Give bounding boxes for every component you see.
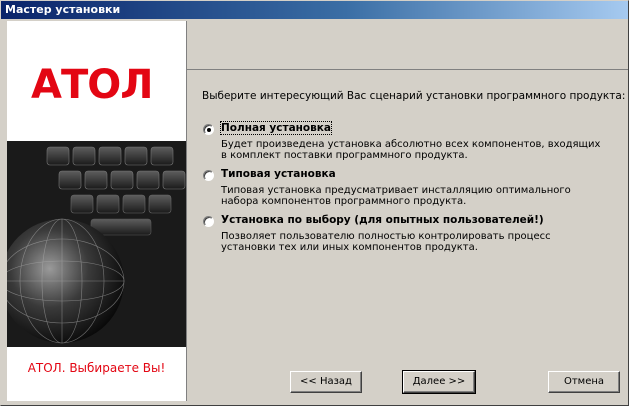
radio-full-install[interactable] <box>203 124 214 135</box>
option-full-install-description: Будет произведена установка абсолютно вс… <box>221 139 601 161</box>
option-custom-install-label[interactable]: Установка по выбору (для опытных пользов… <box>221 214 544 226</box>
option-custom-install-description: Позволяет пользователю полностью контрол… <box>221 231 551 253</box>
window-title: Мастер установки <box>1 1 628 19</box>
option-full-install-label[interactable]: Полная установка <box>220 121 332 135</box>
cancel-button[interactable]: Отмена <box>548 371 620 393</box>
banner-artwork <box>7 141 186 347</box>
logo-text: АТОЛ <box>31 62 153 108</box>
main-panel: Выберите интересующий Вас сценарий устан… <box>187 21 628 401</box>
installer-window: Мастер установки АТОЛ АТОЛ. Выбираете Вы… <box>0 0 629 406</box>
atol-logo: АТОЛ <box>31 65 171 105</box>
slogan: АТОЛ. Выбираете Вы! <box>27 361 166 375</box>
button-bar: << Назад Далее >> Отмена <box>187 361 628 401</box>
next-button[interactable]: Далее >> <box>402 370 476 394</box>
radio-custom-install[interactable] <box>203 216 214 227</box>
back-button[interactable]: << Назад <box>290 371 362 393</box>
prompt-text: Выберите интересующий Вас сценарий устан… <box>202 90 626 102</box>
keyboard-globe-image <box>7 141 186 347</box>
option-typical-install-label[interactable]: Типовая установка <box>221 168 336 180</box>
sidebar-panel: АТОЛ АТОЛ. Выбираете Вы! <box>7 21 187 401</box>
radio-typical-install[interactable] <box>203 170 214 181</box>
header-band <box>187 21 628 70</box>
option-typical-install-description: Типовая установка предусматривает инстал… <box>221 185 571 207</box>
content-area: Выберите интересующий Вас сценарий устан… <box>187 70 628 348</box>
